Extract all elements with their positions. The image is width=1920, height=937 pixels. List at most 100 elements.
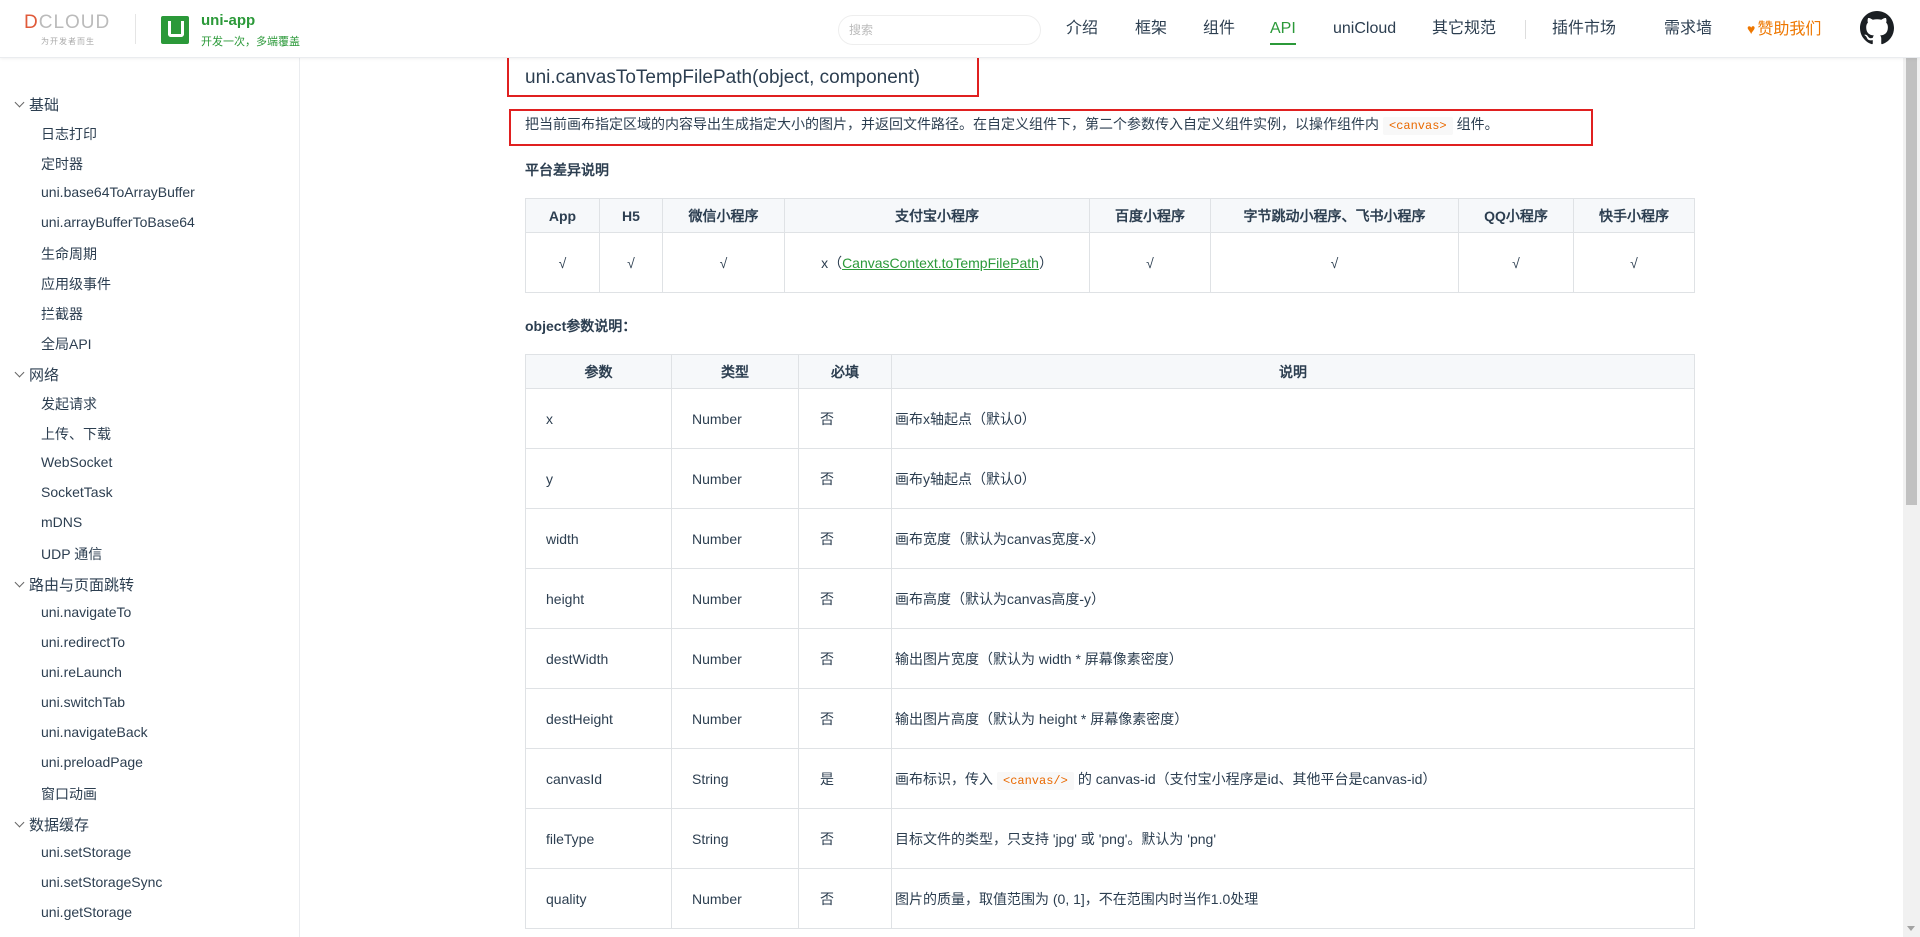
table-row: width Number 否 画布宽度（默认为canvas宽度-x）	[525, 508, 1695, 569]
table-header-cell: 支付宝小程序	[784, 198, 1090, 233]
sidebar-item-request[interactable]: 发起请求	[41, 394, 97, 414]
param-required: 否	[798, 808, 892, 869]
sidebar-item-mdns[interactable]: mDNS	[41, 514, 82, 530]
uni-app-logo-icon[interactable]	[161, 16, 189, 44]
platform-table: App H5 微信小程序 支付宝小程序 百度小程序 字节跳动小程序、飞书小程序 …	[525, 198, 1695, 293]
sidebar-item-timer[interactable]: 定时器	[41, 154, 83, 174]
sidebar-item-arraybuffer-to-base64[interactable]: uni.arrayBufferToBase64	[41, 214, 195, 230]
table-header-cell: 说明	[891, 354, 1695, 389]
scroll-down-icon[interactable]	[1907, 926, 1915, 931]
param-type: Number	[671, 688, 799, 749]
param-type: Number	[671, 628, 799, 689]
canvas-context-link[interactable]: CanvasContext.toTempFilePath	[842, 255, 1039, 271]
logo-divider	[135, 14, 136, 44]
sidebar-item-get-storage[interactable]: uni.getStorage	[41, 904, 132, 920]
param-desc: 画布标识，传入 <canvas/> 的 canvas-id（支付宝小程序是id、其他…	[891, 748, 1695, 809]
sidebar-item-base64-to-arraybuffer[interactable]: uni.base64ToArrayBuffer	[41, 184, 195, 200]
sidebar-group-basics[interactable]: 基础	[14, 94, 59, 115]
sidebar-item-set-storage[interactable]: uni.setStorage	[41, 844, 131, 860]
param-desc: 画布宽度（默认为canvas宽度-x）	[891, 508, 1695, 569]
nav-components[interactable]: 组件	[1203, 0, 1235, 58]
sidebar-item-websocket[interactable]: WebSocket	[41, 454, 112, 470]
sidebar-item-relaunch[interactable]: uni.reLaunch	[41, 664, 122, 680]
param-required: 否	[798, 508, 892, 569]
param-type: String	[671, 748, 799, 809]
table-header-cell: 快手小程序	[1573, 198, 1695, 233]
sidebar-item-navigate-back[interactable]: uni.navigateBack	[41, 724, 148, 740]
nav-intro[interactable]: 介绍	[1066, 0, 1098, 58]
table-cell: √	[1089, 232, 1211, 293]
param-required: 否	[798, 448, 892, 509]
param-required: 否	[798, 568, 892, 629]
param-desc: 画布y轴起点（默认0）	[891, 448, 1695, 509]
param-required: 否	[798, 388, 892, 449]
highlight-box-description	[509, 109, 1593, 146]
github-icon[interactable]	[1860, 11, 1894, 45]
search-input[interactable]	[838, 15, 1041, 45]
uni-app-title[interactable]: uni-app	[201, 12, 255, 29]
param-name: fileType	[525, 808, 672, 869]
param-name: height	[525, 568, 672, 629]
sidebar-item-global-api[interactable]: 全局API	[41, 334, 92, 354]
param-desc: 输出图片宽度（默认为 width * 屏幕像素密度）	[891, 628, 1695, 689]
scrollbar-thumb[interactable]	[1906, 19, 1917, 505]
sidebar-item-window-animation[interactable]: 窗口动画	[41, 784, 97, 804]
table-header-row: 参数 类型 必填 说明	[525, 354, 1695, 389]
uni-app-subtitle: 开发一次，多端覆盖	[201, 36, 300, 48]
table-row: fileType String 否 目标文件的类型，只支持 'jpg' 或 'p…	[525, 808, 1695, 869]
dcloud-logo[interactable]: DCLOUD 为开发者而生	[24, 12, 120, 48]
nav-other-specs[interactable]: 其它规范	[1432, 0, 1496, 58]
nav-framework[interactable]: 框架	[1135, 0, 1167, 58]
sidebar-item-app-events[interactable]: 应用级事件	[41, 274, 111, 294]
table-header-cell: 类型	[671, 354, 799, 389]
nav-separator	[1525, 20, 1526, 39]
nav-unicloud[interactable]: uniCloud	[1333, 0, 1396, 58]
inline-code: <canvas/>	[997, 771, 1074, 790]
table-header-row: App H5 微信小程序 支付宝小程序 百度小程序 字节跳动小程序、飞书小程序 …	[525, 198, 1695, 233]
sponsor-link[interactable]: ♥ 赞助我们	[1747, 0, 1821, 58]
sidebar-item-set-storage-sync[interactable]: uni.setStorageSync	[41, 874, 162, 890]
chevron-down-icon	[14, 817, 25, 828]
sidebar-item-preload-page[interactable]: uni.preloadPage	[41, 754, 143, 770]
sidebar-item-upload-download[interactable]: 上传、下载	[41, 424, 111, 444]
sidebar-group-routing[interactable]: 路由与页面跳转	[14, 574, 134, 595]
nav-plugin-market[interactable]: 插件市场	[1552, 0, 1616, 58]
object-params-heading: object参数说明：	[525, 318, 637, 334]
page-scrollbar[interactable]	[1903, 0, 1920, 937]
highlight-box-title	[507, 58, 979, 97]
param-name: y	[525, 448, 672, 509]
table-header-cell: 参数	[525, 354, 672, 389]
sidebar-item-udp[interactable]: UDP 通信	[41, 544, 102, 564]
sidebar-item-navigate-to[interactable]: uni.navigateTo	[41, 604, 131, 620]
nav-demand-wall[interactable]: 需求墙	[1664, 0, 1712, 58]
sidebar-group-storage[interactable]: 数据缓存	[14, 814, 89, 835]
table-cell: √	[1210, 232, 1459, 293]
table-cell: √	[525, 232, 600, 293]
param-desc: 目标文件的类型，只支持 'jpg' 或 'png'。默认为 'png'	[891, 808, 1695, 869]
nav-api[interactable]: API	[1270, 0, 1296, 58]
param-required: 是	[798, 748, 892, 809]
table-header-cell: 字节跳动小程序、飞书小程序	[1210, 198, 1459, 233]
table-row: height Number 否 画布高度（默认为canvas高度-y）	[525, 568, 1695, 629]
param-type: Number	[671, 508, 799, 569]
table-header-cell: 微信小程序	[662, 198, 785, 233]
table-row: x Number 否 画布x轴起点（默认0）	[525, 388, 1695, 449]
param-type: Number	[671, 448, 799, 509]
sidebar-group-network[interactable]: 网络	[14, 364, 59, 385]
sidebar-item-console[interactable]: 日志打印	[41, 124, 97, 144]
sidebar-item-lifecycle[interactable]: 生命周期	[41, 244, 97, 264]
sidebar-item-sockettask[interactable]: SocketTask	[41, 484, 113, 500]
table-cell: x（CanvasContext.toTempFilePath）	[784, 232, 1090, 293]
table-cell: √	[599, 232, 663, 293]
chevron-down-icon	[14, 577, 25, 588]
sidebar-item-interceptor[interactable]: 拦截器	[41, 304, 83, 324]
main-content: uni.canvasToTempFilePath(object, compone…	[300, 58, 1900, 937]
param-desc: 图片的质量，取值范围为 (0, 1]，不在范围内时当作1.0处理	[891, 868, 1695, 929]
dcloud-brand-rest: CLOUD	[38, 12, 111, 33]
sidebar-item-switch-tab[interactable]: uni.switchTab	[41, 694, 125, 710]
sidebar-item-redirect-to[interactable]: uni.redirectTo	[41, 634, 125, 650]
param-name: canvasId	[525, 748, 672, 809]
param-type: Number	[671, 388, 799, 449]
param-name: destWidth	[525, 628, 672, 689]
table-cell: √	[1573, 232, 1695, 293]
